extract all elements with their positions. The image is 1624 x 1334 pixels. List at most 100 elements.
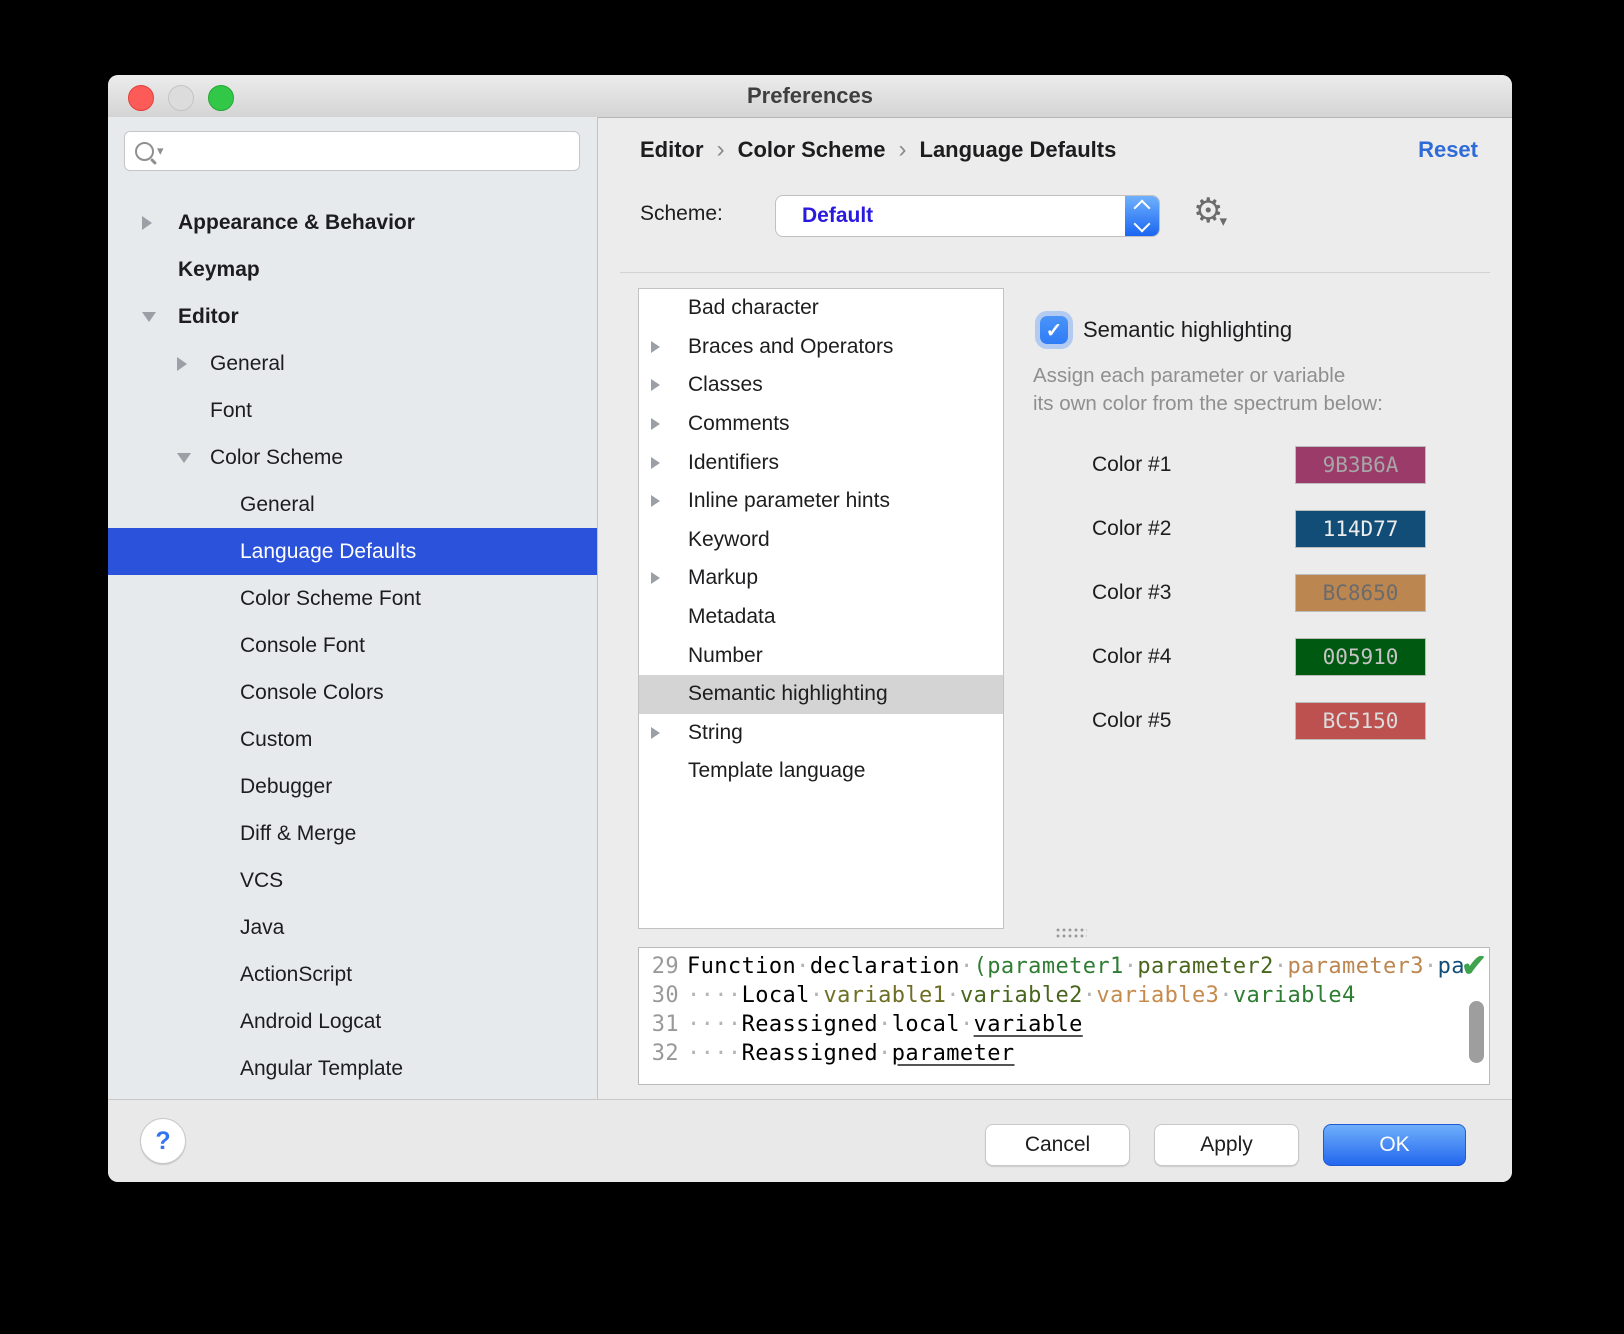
- help-button[interactable]: ?: [140, 1118, 186, 1164]
- sidebar-item-android-logcat[interactable]: Android Logcat: [108, 998, 597, 1045]
- element-item-markup[interactable]: Markup: [639, 559, 1003, 598]
- apply-button[interactable]: Apply: [1154, 1124, 1299, 1166]
- color-swatch-color-3[interactable]: BC8650: [1295, 574, 1426, 612]
- code-preview[interactable]: 29Function·declaration·(parameter1·param…: [638, 947, 1490, 1085]
- cancel-button[interactable]: Cancel: [985, 1124, 1130, 1166]
- breadcrumb-separator-icon: ›: [899, 136, 907, 164]
- element-item-semantic-highlighting[interactable]: Semantic highlighting: [639, 675, 1003, 714]
- element-item-classes[interactable]: Classes: [639, 366, 1003, 405]
- search-box[interactable]: ▾: [124, 131, 580, 171]
- gear-icon[interactable]: ⚙▾: [1193, 191, 1231, 231]
- chevron-right-icon[interactable]: [177, 357, 210, 371]
- chevron-right-icon[interactable]: [651, 341, 688, 353]
- semantic-highlighting-checkbox[interactable]: ✓: [1040, 316, 1068, 344]
- sidebar-item-debugger[interactable]: Debugger: [108, 763, 597, 810]
- color-label: Color #2: [1033, 517, 1295, 541]
- element-item-label: Metadata: [688, 605, 776, 629]
- sidebar-item-label: Font: [210, 399, 252, 423]
- whitespace-dot: ·: [796, 954, 810, 979]
- sidebar-item-label: ActionScript: [240, 963, 352, 987]
- element-item-label: Comments: [688, 412, 790, 436]
- chevron-right-icon[interactable]: [651, 379, 688, 391]
- element-item-identifiers[interactable]: Identifiers: [639, 443, 1003, 482]
- up-down-chevrons-icon[interactable]: [1125, 196, 1159, 236]
- chevron-down-icon[interactable]: [142, 312, 178, 322]
- color-swatch-color-4[interactable]: 005910: [1295, 638, 1426, 676]
- sidebar-item-label: Keymap: [178, 258, 260, 282]
- sidebar-item-general[interactable]: General: [108, 340, 597, 387]
- code-text: ····Reassigned·parameter: [679, 1039, 1015, 1068]
- element-item-keyword[interactable]: Keyword: [639, 521, 1003, 560]
- sidebar-item-custom[interactable]: Custom: [108, 716, 597, 763]
- element-item-inline-parameter-hints[interactable]: Inline parameter hints: [639, 482, 1003, 521]
- reset-link[interactable]: Reset: [1418, 137, 1478, 163]
- breadcrumb-item-language-defaults[interactable]: Language Defaults: [920, 137, 1117, 163]
- sidebar-item-java[interactable]: Java: [108, 904, 597, 951]
- whitespace-dot: ····: [687, 983, 742, 1008]
- element-item-braces-and-operators[interactable]: Braces and Operators: [639, 328, 1003, 367]
- scheme-combobox[interactable]: Default: [775, 195, 1160, 237]
- element-item-bad-character[interactable]: Bad character: [639, 289, 1003, 328]
- chevron-right-icon[interactable]: [651, 727, 688, 739]
- chevron-down-icon[interactable]: [177, 453, 210, 463]
- code-text: Function·declaration·(parameter1·paramet…: [679, 952, 1465, 981]
- sidebar-item-label: Angular Template: [240, 1057, 403, 1081]
- color-swatch-color-2[interactable]: 114D77: [1295, 510, 1426, 548]
- whitespace-dot: ·: [1424, 954, 1438, 979]
- code-text: ····Reassigned·local·variable: [679, 1010, 1083, 1039]
- chevron-right-icon[interactable]: [651, 572, 688, 584]
- ok-button[interactable]: OK: [1323, 1124, 1466, 1166]
- code-token: parameter2: [1137, 954, 1273, 979]
- search-options-chevron-icon[interactable]: ▾: [157, 143, 164, 159]
- chevron-right-icon[interactable]: [651, 495, 688, 507]
- chevron-right-icon[interactable]: [142, 216, 178, 230]
- element-item-template-language[interactable]: Template language: [639, 752, 1003, 791]
- sidebar-item-color-scheme-font[interactable]: Color Scheme Font: [108, 575, 597, 622]
- sidebar-item-diff-merge[interactable]: Diff & Merge: [108, 810, 597, 857]
- breadcrumb-item-color-scheme[interactable]: Color Scheme: [738, 137, 886, 163]
- scheme-value: Default: [776, 204, 1125, 228]
- splitter-handle[interactable]: [1055, 927, 1087, 939]
- color-label: Color #5: [1033, 709, 1295, 733]
- sidebar-item-label: VCS: [240, 869, 283, 893]
- sidebar-item-actionscript[interactable]: ActionScript: [108, 951, 597, 998]
- sidebar-item-keymap[interactable]: Keymap: [108, 246, 597, 293]
- breadcrumb-item-editor[interactable]: Editor: [640, 137, 704, 163]
- sidebar-tree: Appearance & BehaviorKeymapEditorGeneral…: [108, 199, 597, 1092]
- gear-dropdown-arrow-icon: ▾: [1219, 213, 1227, 230]
- sidebar-item-language-defaults[interactable]: Language Defaults: [108, 528, 597, 575]
- sidebar-item-label: Custom: [240, 728, 312, 752]
- code-lines: 29Function·declaration·(parameter1·param…: [639, 952, 1489, 1068]
- breadcrumb: Editor › Color Scheme › Language Defaults: [640, 135, 1116, 165]
- sidebar-item-label: Language Defaults: [240, 540, 416, 564]
- code-token: parameter: [892, 1041, 1015, 1066]
- element-item-number[interactable]: Number: [639, 636, 1003, 675]
- breadcrumb-separator-icon: ›: [717, 136, 725, 164]
- sidebar-item-console-colors[interactable]: Console Colors: [108, 669, 597, 716]
- color-row-color-4: Color #4005910: [1033, 625, 1453, 689]
- settings-sidebar: ▾ Appearance & BehaviorKeymapEditorGener…: [108, 117, 598, 1100]
- element-item-comments[interactable]: Comments: [639, 405, 1003, 444]
- sidebar-item-label: General: [240, 493, 315, 517]
- search-input[interactable]: [172, 139, 569, 164]
- sidebar-item-appearance-behavior[interactable]: Appearance & Behavior: [108, 199, 597, 246]
- whitespace-dot: ·: [960, 1012, 974, 1037]
- sidebar-item-editor[interactable]: Editor: [108, 293, 597, 340]
- sidebar-item-font[interactable]: Font: [108, 387, 597, 434]
- chevron-right-icon[interactable]: [651, 457, 688, 469]
- sidebar-item-label: Console Font: [240, 634, 365, 658]
- element-item-metadata[interactable]: Metadata: [639, 598, 1003, 637]
- description-line-2: its own color from the spectrum below:: [1033, 392, 1383, 416]
- color-swatch-color-5[interactable]: BC5150: [1295, 702, 1426, 740]
- sidebar-item-console-font[interactable]: Console Font: [108, 622, 597, 669]
- sidebar-item-general[interactable]: General: [108, 481, 597, 528]
- code-token: Reassigned: [742, 1041, 878, 1066]
- chevron-right-icon[interactable]: [651, 418, 688, 430]
- sidebar-item-vcs[interactable]: VCS: [108, 857, 597, 904]
- sidebar-item-angular-template[interactable]: Angular Template: [108, 1045, 597, 1092]
- sidebar-item-color-scheme[interactable]: Color Scheme: [108, 434, 597, 481]
- element-item-string[interactable]: String: [639, 714, 1003, 753]
- color-row-color-2: Color #2114D77: [1033, 497, 1453, 561]
- color-swatch-color-1[interactable]: 9B3B6A: [1295, 446, 1426, 484]
- preview-scrollbar[interactable]: [1469, 1001, 1484, 1063]
